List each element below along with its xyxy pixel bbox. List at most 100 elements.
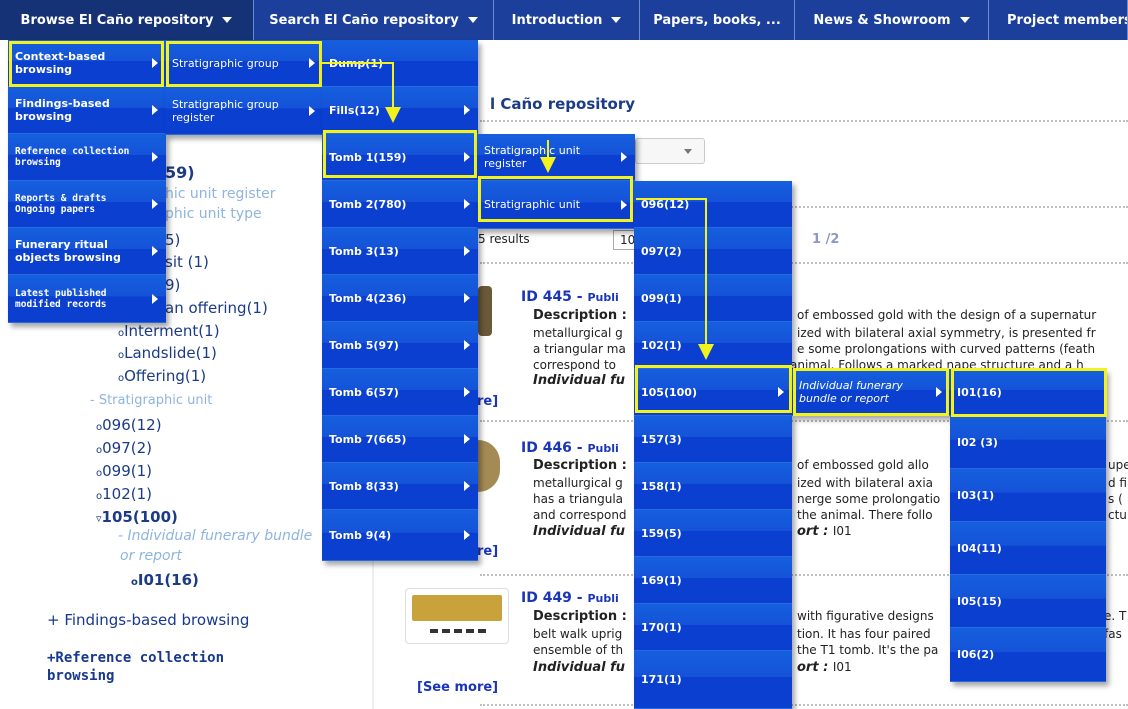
menu-item-tomb-2[interactable]: Tomb 2(780): [322, 181, 478, 228]
menu-item-i06[interactable]: I06(2): [950, 628, 1106, 682]
result-id[interactable]: ID 446 - Publi: [521, 440, 619, 456]
reference-collection-link[interactable]: +Reference collection: [47, 650, 224, 666]
page-title: l Caño repository: [490, 95, 636, 113]
top-navigation: Browse El Caño repository Search El Caño…: [0, 0, 1128, 40]
tree-item[interactable]: 5): [165, 231, 180, 249]
chevron-right-icon: [464, 340, 470, 350]
menu-item-unit-096[interactable]: 096(12): [634, 181, 792, 228]
menu-item-stratigraphic-group[interactable]: Stratigraphic group: [165, 40, 323, 87]
tree-item[interactable]: 9): [165, 276, 180, 294]
chevron-down-icon: [684, 149, 692, 154]
menu-item-i01[interactable]: I01(16): [950, 369, 1106, 416]
menu-item-tomb-8[interactable]: Tomb 8(33): [322, 463, 478, 510]
chevron-right-icon: [152, 105, 158, 115]
menu-item-context-based[interactable]: Context-based browsing: [8, 40, 166, 87]
pagination[interactable]: 1 /2: [812, 232, 839, 247]
result-id[interactable]: ID 449 - Publi: [521, 590, 619, 606]
see-more-link[interactable]: [See more]: [417, 680, 498, 695]
menu-item-tomb-9[interactable]: Tomb 9(4): [322, 510, 478, 561]
tree-item[interactable]: oLandslide(1): [118, 344, 217, 362]
nav-introduction[interactable]: Introduction: [494, 0, 640, 40]
menu-item-tomb-4[interactable]: Tomb 4(236): [322, 275, 478, 322]
tree-item[interactable]: sit (1): [165, 253, 209, 271]
menu-item-i04[interactable]: I04(11): [950, 522, 1106, 575]
menu-item-i02[interactable]: I02 (3): [950, 416, 1106, 469]
result-field-label: Individual fu: [533, 660, 626, 675]
tree-item-expanded[interactable]: ▿105(100): [96, 508, 178, 526]
menu-item-latest-published[interactable]: Latest published modified records: [8, 275, 166, 323]
menu-item-unit-169[interactable]: 169(1): [634, 557, 792, 604]
chevron-right-icon: [464, 293, 470, 303]
menu-item-tomb-7[interactable]: Tomb 7(665): [322, 416, 478, 463]
chevron-down-icon: [467, 17, 478, 23]
menu-item-unit-171[interactable]: 171(1): [634, 651, 792, 709]
result-field-label: Individual fu: [533, 524, 626, 539]
result-field-label: Individual fu: [533, 373, 626, 388]
menu-item-unit-105[interactable]: 105(100): [634, 369, 792, 416]
unit-105-submenu: Individual funerary bundle or report: [792, 369, 950, 416]
menu-item-stratigraphic-unit[interactable]: Stratigraphic unit: [477, 181, 635, 229]
tree-item[interactable]: oInterment(1): [118, 322, 220, 340]
menu-item-unit-159[interactable]: 159(5): [634, 510, 792, 557]
menu-item-funerary-ritual[interactable]: Funerary ritual objects browsing: [8, 228, 166, 275]
result-text: belt walk uprig: [533, 627, 623, 641]
result-text: has a triangula: [533, 492, 624, 506]
result-text: e. T: [1104, 609, 1127, 623]
menu-item-reports-drafts[interactable]: Reports & drafts Ongoing papers: [8, 181, 166, 228]
menu-item-unit-170[interactable]: 170(1): [634, 604, 792, 651]
menu-item-tomb-3[interactable]: Tomb 3(13): [322, 228, 478, 275]
menu-item-dump[interactable]: Dump(1): [322, 40, 478, 87]
chevron-down-icon: [611, 17, 622, 23]
nav-news-showroom[interactable]: News & Showroom: [795, 0, 989, 40]
menu-item-stratigraphic-unit-register[interactable]: Stratigraphic unit register: [477, 134, 635, 181]
chevron-right-icon: [464, 387, 470, 397]
tree-item[interactable]: o102(1): [96, 485, 152, 503]
result-text: ensemble of th: [533, 643, 624, 657]
menu-item-unit-157[interactable]: 157(3): [634, 416, 792, 463]
see-more-link[interactable]: re]: [477, 394, 498, 409]
chevron-right-icon: [309, 105, 315, 116]
sort-select[interactable]: [635, 138, 705, 164]
menu-item-tomb-5[interactable]: Tomb 5(97): [322, 322, 478, 369]
menu-item-reference-collection[interactable]: Reference collection browsing: [8, 134, 166, 181]
unit-register-link[interactable]: hic unit register: [165, 186, 275, 202]
menu-item-unit-099[interactable]: 099(1): [634, 275, 792, 322]
result-id[interactable]: ID 445 - Publi: [521, 289, 619, 305]
tree-item[interactable]: o097(2): [96, 439, 152, 457]
menu-item-i05[interactable]: I05(15): [950, 575, 1106, 628]
result-text: metallurgical g: [533, 476, 623, 490]
menu-item-tomb-6[interactable]: Tomb 6(57): [322, 369, 478, 416]
nav-project-members[interactable]: Project members: [989, 0, 1128, 40]
tree-item[interactable]: o099(1): [96, 462, 152, 480]
reference-collection-link[interactable]: browsing: [47, 668, 114, 684]
result-text: the T1 tomb. It's the pa: [797, 643, 939, 657]
findings-based-link[interactable]: + Findings-based browsing: [47, 611, 249, 629]
tree-item[interactable]: oI01(16): [131, 571, 199, 589]
nav-browse-repository[interactable]: Browse El Caño repository: [0, 0, 254, 40]
menu-item-unit-097[interactable]: 097(2): [634, 228, 792, 275]
result-text: the animal. There follo: [797, 508, 933, 522]
bundle-submenu: I01(16) I02 (3) I03(1) I04(11) I05(15) I…: [950, 369, 1106, 682]
nav-search-repository[interactable]: Search El Caño repository: [254, 0, 494, 40]
unit-type-link[interactable]: phic unit type: [165, 206, 262, 222]
tree-item[interactable]: o096(12): [96, 416, 162, 434]
menu-item-tomb-1[interactable]: Tomb 1(159): [322, 134, 478, 181]
result-text: d fi: [1108, 476, 1127, 490]
chevron-right-icon: [152, 246, 158, 256]
menu-item-unit-158[interactable]: 158(1): [634, 463, 792, 510]
see-more-link[interactable]: re]: [477, 544, 498, 559]
menu-item-i03[interactable]: I03(1): [950, 469, 1106, 522]
result-field-label: ort : I01: [797, 524, 852, 539]
menu-item-findings-based[interactable]: Findings-based browsing: [8, 87, 166, 134]
thumbnail[interactable]: [478, 440, 500, 492]
thumbnail[interactable]: [478, 286, 492, 336]
nav-papers-books[interactable]: Papers, books, ...: [640, 0, 795, 40]
thumbnail[interactable]: [405, 588, 509, 644]
menu-item-funerary-bundle[interactable]: Individual funerary bundle or report: [792, 369, 950, 416]
menu-item-unit-102[interactable]: 102(1): [634, 322, 792, 369]
menu-item-stratigraphic-group-register[interactable]: Stratigraphic group register: [165, 87, 323, 135]
tree-item[interactable]: an offering(1): [165, 299, 268, 317]
tree-item[interactable]: oOffering(1): [118, 367, 206, 385]
bundle-label: or report: [120, 548, 182, 564]
menu-item-fills[interactable]: Fills(12): [322, 87, 478, 134]
